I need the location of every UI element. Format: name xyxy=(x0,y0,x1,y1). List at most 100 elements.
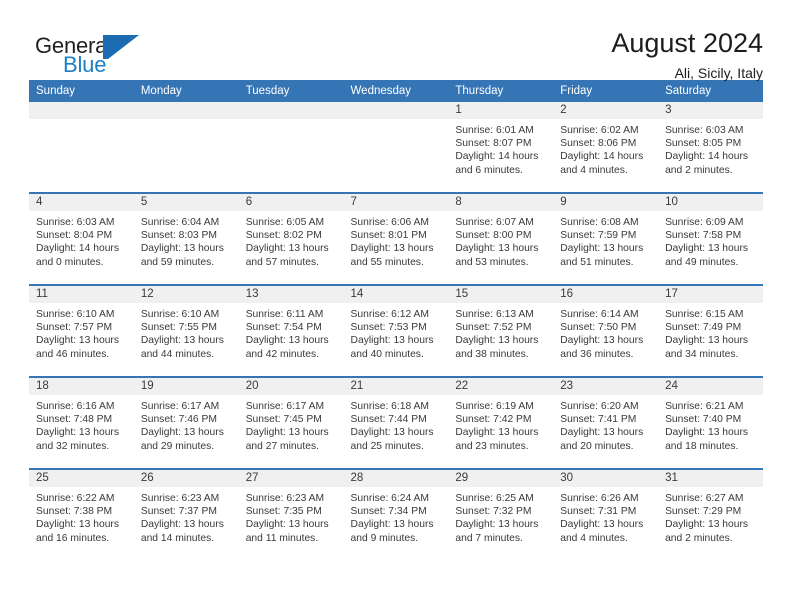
calendar-day-cell[interactable]: 10 Sunrise: 6:09 AM Sunset: 7:58 PM Dayligh… xyxy=(658,192,763,285)
day-daylight-line: Daylight: 13 hours xyxy=(665,243,749,255)
day-daylight-line: Daylight: 13 hours xyxy=(350,519,434,531)
day-details: Sunrise: 6:10 AM Sunset: 7:57 PM Daylight:… xyxy=(29,303,134,361)
day-details: Sunrise: 6:16 AM Sunset: 7:48 PM Daylight:… xyxy=(29,395,134,453)
day-daylight-line: and 34 minutes. xyxy=(665,348,739,360)
calendar-day-cell[interactable]: 11 Sunrise: 6:10 AM Sunset: 7:57 PM Dayligh… xyxy=(29,284,134,377)
day-sunrise-line: Sunrise: 6:17 AM xyxy=(245,401,325,412)
day-sunrise-line: Sunrise: 6:11 AM xyxy=(245,309,324,320)
calendar-day-cell[interactable]: 22 Sunrise: 6:19 AM Sunset: 7:42 PM Dayligh… xyxy=(448,376,554,469)
day-sunrise-line: Sunrise: 6:01 AM xyxy=(455,125,534,136)
day-daylight-line: and 46 minutes. xyxy=(36,348,110,360)
day-daylight-line: Daylight: 13 hours xyxy=(245,427,329,439)
calendar-day-cell[interactable]: 18 Sunrise: 6:16 AM Sunset: 7:48 PM Dayligh… xyxy=(29,376,134,469)
day-daylight-line: Daylight: 13 hours xyxy=(665,335,749,347)
day-daylight-line: Daylight: 13 hours xyxy=(140,243,224,255)
calendar-day-cell[interactable]: 30 Sunrise: 6:26 AM Sunset: 7:31 PM Dayligh… xyxy=(553,468,659,560)
day-sunrise-line: Sunrise: 6:27 AM xyxy=(665,493,744,504)
calendar-day-cell[interactable]: 21 Sunrise: 6:18 AM Sunset: 7:44 PM Dayligh… xyxy=(343,376,449,469)
weekday-header-wednesday: Wednesday xyxy=(343,80,449,102)
calendar-day-cell[interactable]: 6 Sunrise: 6:05 AM Sunset: 8:02 PM Daylight… xyxy=(238,192,344,285)
day-sunset-line: Sunset: 8:02 PM xyxy=(245,230,322,242)
day-number: 5 xyxy=(133,194,239,211)
day-details: Sunrise: 6:06 AM Sunset: 8:01 PM Daylight:… xyxy=(344,211,449,269)
day-sunset-line: Sunset: 8:03 PM xyxy=(140,230,217,242)
day-daylight-line: and 44 minutes. xyxy=(140,348,215,360)
day-sunset-line: Sunset: 7:49 PM xyxy=(665,322,742,334)
calendar-day-cell[interactable]: 17 Sunrise: 6:15 AM Sunset: 7:49 PM Dayligh… xyxy=(658,284,763,377)
calendar-day-cell[interactable]: 9 Sunrise: 6:08 AM Sunset: 7:59 PM Daylight… xyxy=(553,192,659,285)
weekday-header-row: Sunday Monday Tuesday Wednesday Thursday… xyxy=(29,80,763,102)
day-sunset-line: Sunset: 7:58 PM xyxy=(665,230,742,242)
calendar-day-cell[interactable]: 7 Sunrise: 6:06 AM Sunset: 8:01 PM Daylight… xyxy=(343,192,449,285)
day-number: 12 xyxy=(133,286,239,303)
calendar-day-cell[interactable]: 19 Sunrise: 6:17 AM Sunset: 7:46 PM Dayligh… xyxy=(133,376,239,469)
calendar-day-cell[interactable]: 24 Sunrise: 6:21 AM Sunset: 7:40 PM Dayligh… xyxy=(658,376,763,469)
day-daylight-line: and 38 minutes. xyxy=(455,348,529,360)
day-sunset-line: Sunset: 7:50 PM xyxy=(560,322,637,334)
day-daylight-line: and 2 minutes. xyxy=(665,532,733,544)
calendar-day-cell[interactable]: 8 Sunrise: 6:07 AM Sunset: 8:00 PM Daylight… xyxy=(448,192,554,285)
calendar-day-cell[interactable]: 2 Sunrise: 6:02 AM Sunset: 8:06 PM Daylight… xyxy=(553,102,659,193)
day-daylight-line: and 29 minutes. xyxy=(140,440,215,452)
day-details: Sunrise: 6:19 AM Sunset: 7:42 PM Daylight:… xyxy=(448,395,553,453)
calendar-day-cell[interactable]: 12 Sunrise: 6:10 AM Sunset: 7:55 PM Dayligh… xyxy=(133,284,239,377)
day-number: 28 xyxy=(343,470,449,487)
day-number: 9 xyxy=(553,194,659,211)
day-details: Sunrise: 6:15 AM Sunset: 7:49 PM Daylight:… xyxy=(658,303,763,361)
day-number: 8 xyxy=(448,194,554,211)
day-sunset-line: Sunset: 8:07 PM xyxy=(455,138,532,150)
day-sunset-line: Sunset: 7:41 PM xyxy=(560,414,637,426)
calendar-day-cell[interactable]: 31 Sunrise: 6:27 AM Sunset: 7:29 PM Dayligh… xyxy=(658,468,763,560)
day-number xyxy=(343,102,449,119)
brand-logo[interactable]: General Blue xyxy=(29,27,159,79)
day-number: 24 xyxy=(658,378,763,395)
day-number: 10 xyxy=(658,194,763,211)
day-number: 23 xyxy=(553,378,659,395)
calendar-day-cell[interactable]: 16 Sunrise: 6:14 AM Sunset: 7:50 PM Dayligh… xyxy=(553,284,659,377)
day-sunset-line: Sunset: 7:57 PM xyxy=(36,322,113,334)
calendar-day-cell[interactable]: 26 Sunrise: 6:23 AM Sunset: 7:37 PM Dayligh… xyxy=(133,468,239,560)
day-details: Sunrise: 6:21 AM Sunset: 7:40 PM Daylight:… xyxy=(658,395,763,453)
calendar-day-cell[interactable]: 28 Sunrise: 6:24 AM Sunset: 7:34 PM Dayligh… xyxy=(343,468,449,560)
day-sunrise-line: Sunrise: 6:06 AM xyxy=(350,217,429,228)
day-number: 30 xyxy=(553,470,659,487)
day-daylight-line: and 53 minutes. xyxy=(455,256,529,268)
day-number: 20 xyxy=(238,378,344,395)
day-sunset-line: Sunset: 7:31 PM xyxy=(560,506,637,518)
day-daylight-line: and 49 minutes. xyxy=(665,256,739,268)
calendar-day-cell[interactable]: 23 Sunrise: 6:20 AM Sunset: 7:41 PM Dayligh… xyxy=(553,376,659,469)
day-daylight-line: Daylight: 13 hours xyxy=(560,335,644,347)
day-number: 16 xyxy=(553,286,659,303)
calendar-week-row: 4 Sunrise: 6:03 AM Sunset: 8:04 PM Daylight… xyxy=(29,192,763,285)
calendar-day-cell[interactable]: 1 Sunrise: 6:01 AM Sunset: 8:07 PM Daylight… xyxy=(448,102,554,193)
calendar-day-cell[interactable]: 29 Sunrise: 6:25 AM Sunset: 7:32 PM Dayligh… xyxy=(448,468,554,560)
day-daylight-line: and 9 minutes. xyxy=(350,532,419,544)
day-number: 6 xyxy=(238,194,344,211)
day-sunrise-line: Sunrise: 6:21 AM xyxy=(665,401,744,412)
day-daylight-line: and 16 minutes. xyxy=(36,532,110,544)
day-daylight-line: and 27 minutes. xyxy=(245,440,319,452)
day-number: 7 xyxy=(343,194,449,211)
calendar-day-cell[interactable]: 14 Sunrise: 6:12 AM Sunset: 7:53 PM Dayligh… xyxy=(343,284,449,377)
calendar-day-cell[interactable]: 15 Sunrise: 6:13 AM Sunset: 7:52 PM Dayligh… xyxy=(448,284,554,377)
day-details: Sunrise: 6:03 AM Sunset: 8:04 PM Daylight:… xyxy=(29,211,134,269)
calendar-day-cell[interactable]: 27 Sunrise: 6:23 AM Sunset: 7:35 PM Dayligh… xyxy=(238,468,344,560)
day-details: Sunrise: 6:11 AM Sunset: 7:54 PM Daylight:… xyxy=(239,303,344,361)
day-daylight-line: Daylight: 13 hours xyxy=(140,427,224,439)
day-daylight-line: Daylight: 13 hours xyxy=(560,427,644,439)
calendar-week-row: 1 Sunrise: 6:01 AM Sunset: 8:07 PM Daylight… xyxy=(29,102,763,193)
day-details: Sunrise: 6:10 AM Sunset: 7:55 PM Daylight:… xyxy=(134,303,239,361)
day-sunrise-line: Sunrise: 6:07 AM xyxy=(455,217,534,228)
calendar-day-cell[interactable]: 3 Sunrise: 6:03 AM Sunset: 8:05 PM Daylight… xyxy=(658,102,763,193)
calendar-day-cell[interactable]: 5 Sunrise: 6:04 AM Sunset: 8:03 PM Daylight… xyxy=(133,192,239,285)
calendar-day-cell[interactable]: 20 Sunrise: 6:17 AM Sunset: 7:45 PM Dayligh… xyxy=(238,376,344,469)
calendar-day-cell[interactable]: 4 Sunrise: 6:03 AM Sunset: 8:04 PM Daylight… xyxy=(29,192,134,285)
calendar-day-cell[interactable]: 25 Sunrise: 6:22 AM Sunset: 7:38 PM Dayligh… xyxy=(29,468,134,560)
day-sunset-line: Sunset: 7:42 PM xyxy=(455,414,532,426)
calendar-day-cell[interactable]: 13 Sunrise: 6:11 AM Sunset: 7:54 PM Dayligh… xyxy=(238,284,344,377)
day-details: Sunrise: 6:02 AM Sunset: 8:06 PM Daylight:… xyxy=(553,119,658,177)
day-sunrise-line: Sunrise: 6:17 AM xyxy=(140,401,220,412)
calendar-day-cell-empty xyxy=(238,102,344,193)
day-daylight-line: and 18 minutes. xyxy=(665,440,739,452)
day-daylight-line: and 14 minutes. xyxy=(140,532,215,544)
